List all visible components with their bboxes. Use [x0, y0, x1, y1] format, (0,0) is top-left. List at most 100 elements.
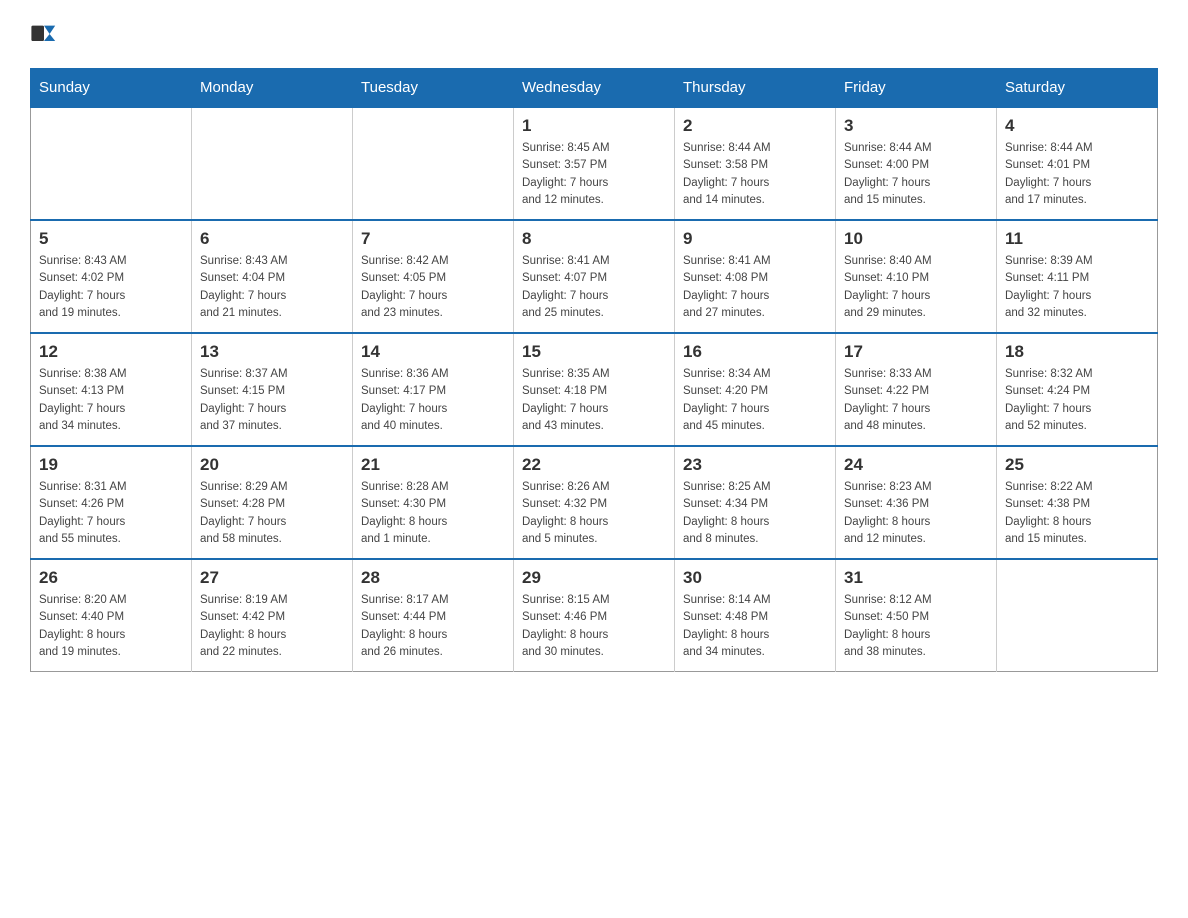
calendar-cell: 14 Sunrise: 8:36 AM Sunset: 4:17 PM Dayli… [353, 333, 514, 446]
calendar-cell: 15Sunrise: 8:35 AM Sunset: 4:18 PM Dayli… [514, 333, 675, 446]
day-info: Sunrise: 8:41 AM Sunset: 4:08 PM Dayligh… [683, 253, 827, 322]
calendar-cell: 21Sunrise: 8:28 AM Sunset: 4:30 PM Dayli… [353, 446, 514, 559]
day-number: 11 [1005, 229, 1149, 249]
day-number: 2 [683, 116, 827, 136]
calendar-cell: 2 Sunrise: 8:44 AM Sunset: 3:58 PM Daylig… [675, 107, 836, 220]
day-number: 19 [39, 455, 183, 475]
day-info: Sunrise: 8:39 AM Sunset: 4:11 PM Dayligh… [1005, 253, 1149, 322]
day-number: 14 [361, 342, 505, 362]
calendar-cell: 30 Sunrise: 8:14 AM Sunset: 4:48 PM Dayli… [675, 559, 836, 672]
weekday-header-saturday: Saturday [997, 69, 1158, 108]
calendar-cell: 19 Sunrise: 8:31 AM Sunset: 4:26 PM Dayli… [31, 446, 192, 559]
calendar-cell: 26 Sunrise: 8:20 AM Sunset: 4:40 PM Dayli… [31, 559, 192, 672]
day-number: 8 [522, 229, 666, 249]
day-info: Sunrise: 8:44 AM Sunset: 3:58 PM Dayligh… [683, 140, 827, 209]
logo [30, 20, 64, 48]
day-number: 6 [200, 229, 344, 249]
calendar-cell: 22 Sunrise: 8:26 AM Sunset: 4:32 PM Dayli… [514, 446, 675, 559]
calendar-cell: 27Sunrise: 8:19 AM Sunset: 4:42 PM Dayli… [192, 559, 353, 672]
weekday-header-friday: Friday [836, 69, 997, 108]
day-info: Sunrise: 8:15 AM Sunset: 4:46 PM Dayligh… [522, 592, 666, 661]
week-row-3: 12 Sunrise: 8:38 AM Sunset: 4:13 PM Dayli… [31, 333, 1158, 446]
day-number: 24 [844, 455, 988, 475]
week-row-1: 1 Sunrise: 8:45 AM Sunset: 3:57 PM Daylig… [31, 107, 1158, 220]
day-number: 21 [361, 455, 505, 475]
day-number: 28 [361, 568, 505, 588]
day-number: 31 [844, 568, 988, 588]
day-info: Sunrise: 8:12 AM Sunset: 4:50 PM Dayligh… [844, 592, 988, 661]
calendar-cell: 1 Sunrise: 8:45 AM Sunset: 3:57 PM Daylig… [514, 107, 675, 220]
day-number: 20 [200, 455, 344, 475]
week-row-2: 5 Sunrise: 8:43 AM Sunset: 4:02 PM Daylig… [31, 220, 1158, 333]
day-info: Sunrise: 8:26 AM Sunset: 4:32 PM Dayligh… [522, 479, 666, 548]
day-info: Sunrise: 8:45 AM Sunset: 3:57 PM Dayligh… [522, 140, 666, 209]
weekday-header-monday: Monday [192, 69, 353, 108]
calendar-cell: 12 Sunrise: 8:38 AM Sunset: 4:13 PM Dayli… [31, 333, 192, 446]
day-number: 7 [361, 229, 505, 249]
day-number: 12 [39, 342, 183, 362]
day-info: Sunrise: 8:36 AM Sunset: 4:17 PM Dayligh… [361, 366, 505, 435]
day-info: Sunrise: 8:32 AM Sunset: 4:24 PM Dayligh… [1005, 366, 1149, 435]
weekday-header-row: SundayMondayTuesdayWednesdayThursdayFrid… [31, 69, 1158, 108]
day-info: Sunrise: 8:20 AM Sunset: 4:40 PM Dayligh… [39, 592, 183, 661]
day-number: 1 [522, 116, 666, 136]
calendar-cell [192, 107, 353, 220]
calendar-cell [353, 107, 514, 220]
day-number: 26 [39, 568, 183, 588]
day-info: Sunrise: 8:31 AM Sunset: 4:26 PM Dayligh… [39, 479, 183, 548]
day-number: 5 [39, 229, 183, 249]
day-info: Sunrise: 8:22 AM Sunset: 4:38 PM Dayligh… [1005, 479, 1149, 548]
day-number: 30 [683, 568, 827, 588]
calendar-cell: 8 Sunrise: 8:41 AM Sunset: 4:07 PM Daylig… [514, 220, 675, 333]
day-info: Sunrise: 8:23 AM Sunset: 4:36 PM Dayligh… [844, 479, 988, 548]
week-row-5: 26 Sunrise: 8:20 AM Sunset: 4:40 PM Dayli… [31, 559, 1158, 672]
weekday-header-wednesday: Wednesday [514, 69, 675, 108]
day-number: 25 [1005, 455, 1149, 475]
day-info: Sunrise: 8:44 AM Sunset: 4:01 PM Dayligh… [1005, 140, 1149, 209]
calendar-cell: 31 Sunrise: 8:12 AM Sunset: 4:50 PM Dayli… [836, 559, 997, 672]
weekday-header-sunday: Sunday [31, 69, 192, 108]
calendar-cell: 6 Sunrise: 8:43 AM Sunset: 4:04 PM Daylig… [192, 220, 353, 333]
week-row-4: 19 Sunrise: 8:31 AM Sunset: 4:26 PM Dayli… [31, 446, 1158, 559]
logo-icon [30, 20, 58, 48]
day-info: Sunrise: 8:37 AM Sunset: 4:15 PM Dayligh… [200, 366, 344, 435]
day-number: 18 [1005, 342, 1149, 362]
day-number: 3 [844, 116, 988, 136]
day-number: 10 [844, 229, 988, 249]
calendar-cell: 24 Sunrise: 8:23 AM Sunset: 4:36 PM Dayli… [836, 446, 997, 559]
day-number: 4 [1005, 116, 1149, 136]
calendar-cell: 10Sunrise: 8:40 AM Sunset: 4:10 PM Dayli… [836, 220, 997, 333]
day-number: 15 [522, 342, 666, 362]
calendar-cell: 29Sunrise: 8:15 AM Sunset: 4:46 PM Dayli… [514, 559, 675, 672]
calendar-cell [31, 107, 192, 220]
day-number: 23 [683, 455, 827, 475]
calendar-cell: 4 Sunrise: 8:44 AM Sunset: 4:01 PM Daylig… [997, 107, 1158, 220]
day-info: Sunrise: 8:43 AM Sunset: 4:02 PM Dayligh… [39, 253, 183, 322]
day-info: Sunrise: 8:41 AM Sunset: 4:07 PM Dayligh… [522, 253, 666, 322]
weekday-header-tuesday: Tuesday [353, 69, 514, 108]
day-number: 16 [683, 342, 827, 362]
calendar-cell: 13 Sunrise: 8:37 AM Sunset: 4:15 PM Dayli… [192, 333, 353, 446]
day-info: Sunrise: 8:44 AM Sunset: 4:00 PM Dayligh… [844, 140, 988, 209]
day-info: Sunrise: 8:38 AM Sunset: 4:13 PM Dayligh… [39, 366, 183, 435]
calendar-cell: 3 Sunrise: 8:44 AM Sunset: 4:00 PM Daylig… [836, 107, 997, 220]
calendar-cell: 25 Sunrise: 8:22 AM Sunset: 4:38 PM Dayli… [997, 446, 1158, 559]
calendar-cell: 17Sunrise: 8:33 AM Sunset: 4:22 PM Dayli… [836, 333, 997, 446]
page-header [30, 20, 1158, 48]
day-info: Sunrise: 8:14 AM Sunset: 4:48 PM Dayligh… [683, 592, 827, 661]
day-number: 9 [683, 229, 827, 249]
calendar-cell: 20 Sunrise: 8:29 AM Sunset: 4:28 PM Dayli… [192, 446, 353, 559]
day-info: Sunrise: 8:29 AM Sunset: 4:28 PM Dayligh… [200, 479, 344, 548]
day-info: Sunrise: 8:34 AM Sunset: 4:20 PM Dayligh… [683, 366, 827, 435]
day-info: Sunrise: 8:43 AM Sunset: 4:04 PM Dayligh… [200, 253, 344, 322]
day-info: Sunrise: 8:33 AM Sunset: 4:22 PM Dayligh… [844, 366, 988, 435]
day-number: 13 [200, 342, 344, 362]
weekday-header-thursday: Thursday [675, 69, 836, 108]
calendar-cell: 11 Sunrise: 8:39 AM Sunset: 4:11 PM Dayli… [997, 220, 1158, 333]
day-info: Sunrise: 8:25 AM Sunset: 4:34 PM Dayligh… [683, 479, 827, 548]
calendar-cell: 7Sunrise: 8:42 AM Sunset: 4:05 PM Daylig… [353, 220, 514, 333]
calendar-cell: 5 Sunrise: 8:43 AM Sunset: 4:02 PM Daylig… [31, 220, 192, 333]
calendar-cell: 18 Sunrise: 8:32 AM Sunset: 4:24 PM Dayli… [997, 333, 1158, 446]
day-number: 27 [200, 568, 344, 588]
day-number: 22 [522, 455, 666, 475]
